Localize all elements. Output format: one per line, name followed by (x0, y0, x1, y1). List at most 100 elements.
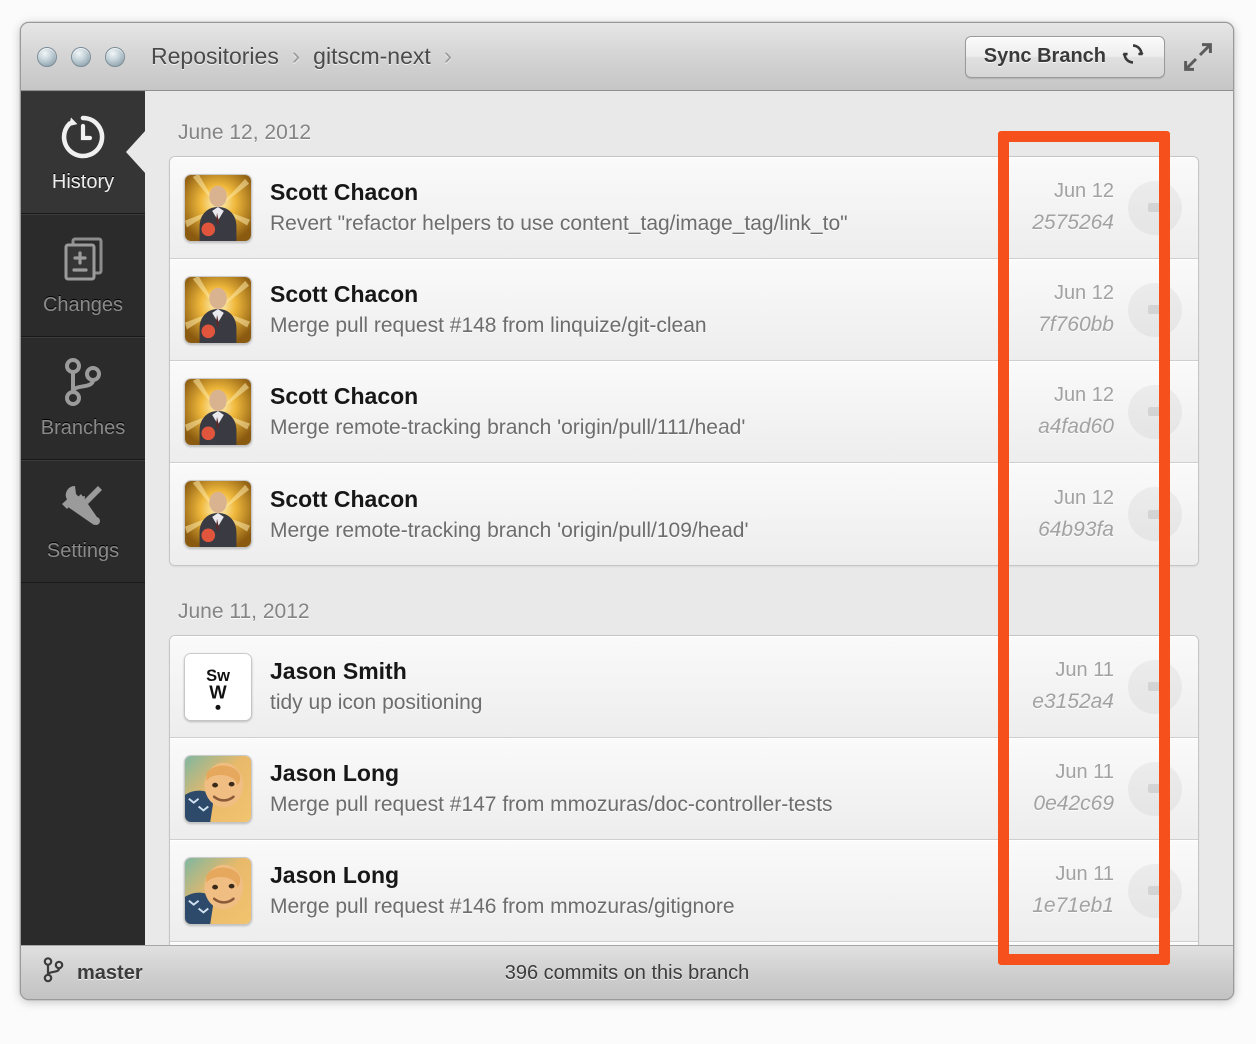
jason-long-avatar (184, 754, 252, 823)
close-button[interactable] (37, 46, 57, 67)
commit-sha: 7f760bb (1038, 313, 1114, 336)
active-pointer (126, 130, 146, 174)
commit-group: Scott Chacon Revert "refactor helpers to… (169, 156, 1199, 566)
commit-meta: Jun 11 e3152a4 (1032, 659, 1128, 714)
sync-branch-button[interactable]: Sync Branch (964, 35, 1165, 78)
scott-chacon-avatar (184, 377, 252, 446)
window-body: History Changes Branches Settings June 1… (21, 91, 1233, 945)
sww-logo-avatar: Sw W (184, 652, 252, 721)
commit-group: Sw W Jason Smith tidy up icon positioning… (169, 635, 1199, 945)
commit-author: Jason Smith (270, 658, 407, 684)
table-row[interactable]: Scott Chacon Merge remote-tracking branc… (170, 463, 1198, 565)
sync-branch-label: Sync Branch (983, 45, 1106, 67)
sidebar-item-changes[interactable]: Changes (21, 214, 145, 337)
disclosure-dash-icon[interactable] (1128, 761, 1182, 816)
scott-chacon-avatar (184, 275, 252, 344)
commit-date: Jun 12 (1053, 384, 1114, 406)
commit-count: 396 commits on this branch (504, 961, 750, 984)
commit-message: Merge remote-tracking branch 'origin/pul… (270, 416, 746, 439)
commit-info: Scott Chacon Merge pull request #148 fro… (270, 281, 1038, 338)
scott-chacon-avatar (184, 480, 252, 548)
table-row[interactable]: Scott Chacon Merge pull request #148 fro… (170, 259, 1198, 361)
commit-message: Merge pull request #147 from mmozuras/do… (270, 793, 833, 816)
commit-sha: e3152a4 (1032, 690, 1114, 713)
jason-long-avatar (184, 856, 252, 925)
commit-author: Scott Chacon (270, 281, 419, 307)
sidebar: History Changes Branches Settings (21, 91, 146, 945)
commit-author: Scott Chacon (270, 179, 419, 205)
commit-message: Merge pull request #148 from linquize/gi… (270, 314, 707, 337)
commit-sha: 0e42c69 (1033, 792, 1114, 815)
table-row[interactable]: Scott Chacon Revert "refactor helpers to… (170, 157, 1198, 259)
table-row[interactable]: Sw W Jason Smith tidy up icon positioning… (170, 636, 1198, 738)
commit-info: Jason Long Merge pull request #147 from … (270, 760, 1033, 817)
commit-date: Jun 11 (1055, 659, 1114, 681)
commit-author: Jason Long (270, 760, 400, 786)
svg-text:W: W (209, 681, 227, 702)
chevron-right-icon: › (443, 42, 453, 70)
traffic-lights (37, 46, 125, 67)
zoom-button[interactable] (105, 46, 125, 67)
commit-info: Scott Chacon Revert "refactor helpers to… (270, 179, 1032, 236)
disclosure-dash-icon[interactable] (1128, 180, 1182, 235)
refresh-icon (1120, 41, 1146, 73)
disclosure-dash-icon[interactable] (1128, 863, 1182, 918)
commit-date: Jun 12 (1053, 180, 1114, 202)
commit-date: Jun 11 (1055, 863, 1114, 885)
titlebar-actions: Sync Branch (964, 35, 1217, 78)
commit-meta: Jun 12 2575264 (1032, 180, 1128, 235)
current-branch[interactable]: master (43, 957, 143, 989)
commit-info: Scott Chacon Merge remote-tracking branc… (270, 486, 1038, 543)
commit-info: Jason Long Merge pull request #146 from … (270, 862, 1032, 919)
sidebar-item-branches[interactable]: Branches (21, 337, 145, 460)
disclosure-dash-icon[interactable] (1128, 282, 1182, 337)
commit-sha: 2575264 (1032, 211, 1114, 234)
commit-info: Jason Smith tidy up icon positioning (270, 658, 1032, 715)
commit-sha: 64b93fa (1038, 517, 1114, 541)
sidebar-item-label: Changes (42, 293, 124, 316)
commit-meta: Jun 12 a4fad60 (1038, 384, 1128, 439)
table-row[interactable]: Jason Long Merge pull request #146 from … (170, 840, 1198, 942)
sidebar-item-settings[interactable]: Settings (21, 460, 145, 583)
breadcrumb-item-repo[interactable]: gitscm-next (313, 43, 431, 70)
sidebar-item-label: Branches (40, 416, 126, 439)
commit-sha: a4fad60 (1038, 415, 1114, 438)
commit-author: Jason Long (270, 862, 400, 888)
breadcrumb-item-repositories[interactable]: Repositories (151, 43, 279, 70)
commit-meta: Jun 11 0e42c69 (1033, 761, 1128, 816)
status-bar: master 396 commits on this branch (21, 945, 1233, 999)
table-row[interactable]: Jason Long Merge pull request #147 from … (170, 738, 1198, 840)
commit-meta: Jun 12 64b93fa (1038, 487, 1128, 542)
commit-message: Merge remote-tracking branch 'origin/pul… (270, 518, 749, 542)
disclosure-dash-icon[interactable] (1128, 659, 1182, 714)
commit-sha: 1e71eb1 (1032, 894, 1114, 917)
scott-chacon-avatar (184, 173, 252, 242)
app-window: Repositories › gitscm-next › Sync Branch (20, 22, 1234, 1000)
history-clock-icon (56, 111, 110, 163)
wrench-screwdriver-icon (56, 480, 110, 532)
history-list: June 12, 2012 Scott Chacon Revert "refac… (145, 91, 1233, 945)
sidebar-item-history[interactable]: History (21, 91, 146, 214)
disclosure-dash-icon[interactable] (1128, 487, 1182, 541)
sidebar-item-label: History (51, 170, 115, 193)
chevron-right-icon: › (291, 42, 301, 70)
branch-fork-icon (59, 357, 107, 409)
date-header: June 12, 2012 (178, 121, 312, 144)
commit-message: tidy up icon positioning (270, 691, 483, 714)
branch-name: master (77, 961, 143, 984)
branch-icon (43, 957, 65, 989)
commit-meta: Jun 12 7f760bb (1038, 282, 1128, 337)
sidebar-item-label: Settings (46, 539, 120, 562)
breadcrumb: Repositories › gitscm-next › (151, 42, 465, 71)
fullscreen-icon[interactable] (1179, 38, 1217, 76)
table-row[interactable]: Scott Chacon Merge remote-tracking branc… (170, 361, 1198, 463)
title-bar: Repositories › gitscm-next › Sync Branch (21, 23, 1233, 91)
file-plus-minus-icon (57, 234, 109, 286)
commit-author: Scott Chacon (270, 383, 419, 409)
commit-info: Scott Chacon Merge remote-tracking branc… (270, 383, 1038, 440)
minimize-button[interactable] (71, 46, 91, 67)
commit-date: Jun 12 (1053, 486, 1114, 509)
commit-message: Revert "refactor helpers to use content_… (270, 212, 848, 235)
disclosure-dash-icon[interactable] (1128, 384, 1182, 439)
commit-author: Scott Chacon (270, 485, 419, 512)
